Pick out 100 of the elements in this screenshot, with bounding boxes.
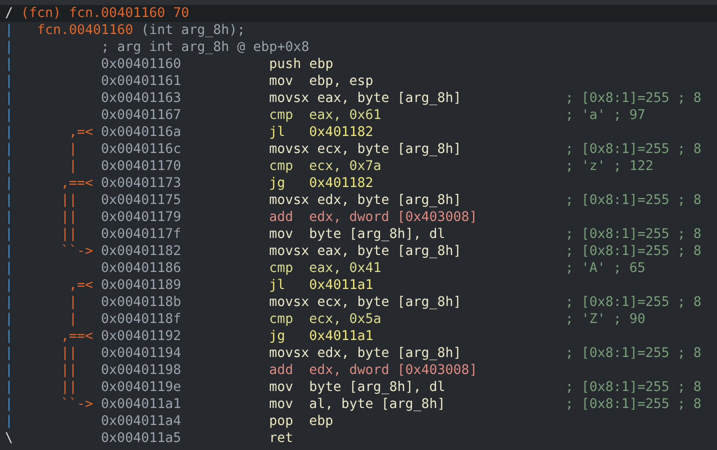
instruction-text: pop ebp [269,414,334,429]
instruction-address: 0x00401198 [101,363,182,378]
instruction-text: jl 0x4011a1 [269,278,374,293]
instruction-text: movsx ecx, byte [arg_8h] [269,142,462,157]
instruction-comment: ; 'Z' ; 90 [565,311,646,328]
jump-arrow: || [61,346,78,361]
jump-arrow: | [68,295,78,310]
instruction-address: 0x00401175 [101,193,182,208]
instruction-address: 0x00401194 [101,346,182,361]
instruction-text: cmp eax, 0x41 [269,261,382,276]
gutter-line: | [5,362,14,379]
gutter-line: | [5,413,14,430]
instruction-text: movsx eax, byte [arg_8h] [269,244,462,259]
instruction-text: add edx, dword [0x403008] [269,363,478,378]
instruction-address: 0x0040118f [101,312,182,327]
instruction-address: 0x00401173 [101,176,182,191]
gutter-line: | [5,294,14,311]
jump-arrow: ,=< [68,125,94,140]
jump-arrow: | [68,142,78,157]
gutter-line: | [5,345,14,362]
function-start-mark: / [5,5,14,22]
instruction-comment: ; [0x8:1]=255 ; 8 [565,90,702,107]
instruction-text: push ebp [269,57,334,72]
instruction-address: 0x0040116a [101,125,182,140]
jump-arrow: ,==< [61,176,94,191]
instruction-comment: ; 'A' ; 65 [565,260,646,277]
instruction-address: 0x00401167 [101,108,182,123]
instruction-address: 0x004011a5 [101,431,182,446]
instruction-comment: ; [0x8:1]=255 ; 8 [565,141,702,158]
instruction-text: ret [269,431,294,446]
instruction-text: mov al, byte [arg_8h] [269,397,446,412]
instruction-address: 0x0040118b [101,295,182,310]
instruction-text: cmp eax, 0x61 [269,108,382,123]
instruction-text: add edx, dword [0x403008] [269,210,478,225]
instruction-comment: ; [0x8:1]=255 ; 8 [565,243,702,260]
instruction-comment: ; [0x8:1]=255 ; 8 [565,396,702,413]
gutter-line: | [5,379,14,396]
instruction-address: 0x00401161 [101,74,182,89]
jump-arrow: ,==< [61,329,94,344]
instruction-comment: ; [0x8:1]=255 ; 8 [565,345,702,362]
gutter-line: | [5,124,14,141]
function-name: fcn.00401160 [37,22,134,39]
jump-arrow: || [61,363,78,378]
gutter-line: | [5,22,14,39]
gutter-line: | [5,277,14,294]
instruction-text: mov byte [arg_8h], dl [269,227,446,242]
jump-arrow: ``-> [61,397,94,412]
instruction-comment: ; [0x8:1]=255 ; 8 [565,226,702,243]
instruction-text: jg 0x401182 [269,176,374,191]
gutter-line: | [5,56,14,73]
gutter-line: | [5,243,14,260]
instruction-comment: ; 'a' ; 97 [565,107,646,124]
instruction-address: 0x00401160 [101,57,182,72]
instruction-address: 0x00401170 [101,159,182,174]
jump-arrow: ``-> [61,244,94,259]
gutter-line: | [5,311,14,328]
instruction-comment: ; 'z' ; 122 [565,158,654,175]
instruction-address: 0x0040119e [101,380,182,395]
gutter-line: | [5,158,14,175]
instruction-text: movsx eax, byte [arg_8h] [269,91,462,106]
instruction-text: mov ebp, esp [269,74,374,89]
gutter-line: | [5,107,14,124]
gutter-line: | [5,73,14,90]
instruction-address: 0x00401189 [101,278,182,293]
instruction-address: 0x00401186 [101,261,182,276]
instruction-text: mov byte [arg_8h], dl [269,380,446,395]
arg-comment: ; arg int arg_8h @ ebp+0x8 [101,39,310,56]
instruction-comment: ; [0x8:1]=255 ; 8 [565,294,702,311]
instruction-address: 0x0040117f [101,227,182,242]
instruction-comment: ; [0x8:1]=255 ; 8 [565,379,702,396]
jump-arrow: || [61,227,78,242]
function-title: (fcn) fcn.00401160 [21,5,166,22]
instruction-text: jg 0x4011a1 [269,329,374,344]
gutter-line: | [5,175,14,192]
function-size: 70 [173,5,190,22]
gutter-line: | [5,226,14,243]
instruction-address: 0x00401192 [101,329,182,344]
instruction-address: 0x00401182 [101,244,182,259]
gutter-line: | [5,209,14,226]
jump-arrow: | [68,159,78,174]
gutter-line: | [5,328,14,345]
function-params: (int arg_8h); [141,22,246,39]
instruction-text: movsx edx, byte [arg_8h] [269,193,462,208]
gutter-line: | [5,396,14,413]
instruction-address: 0x00401179 [101,210,182,225]
gutter-line: | [5,39,14,56]
jump-arrow: || [61,210,78,225]
instruction-text: movsx edx, byte [arg_8h] [269,346,462,361]
instruction-address: 0x00401163 [101,91,182,106]
instruction-text: cmp ecx, 0x5a [269,312,382,327]
jump-arrow: || [61,193,78,208]
instruction-text: movsx ecx, byte [arg_8h] [269,295,462,310]
jump-arrow: || [61,380,78,395]
instruction-text: jl 0x401182 [269,125,374,140]
instruction-address: 0x0040116c [101,142,182,157]
gutter-line: | [5,141,14,158]
gutter-line: | [5,260,14,277]
gutter-line: | [5,90,14,107]
jump-arrow: ,=< [68,278,94,293]
instruction-comment: ; [0x8:1]=255 ; 8 [565,192,702,209]
